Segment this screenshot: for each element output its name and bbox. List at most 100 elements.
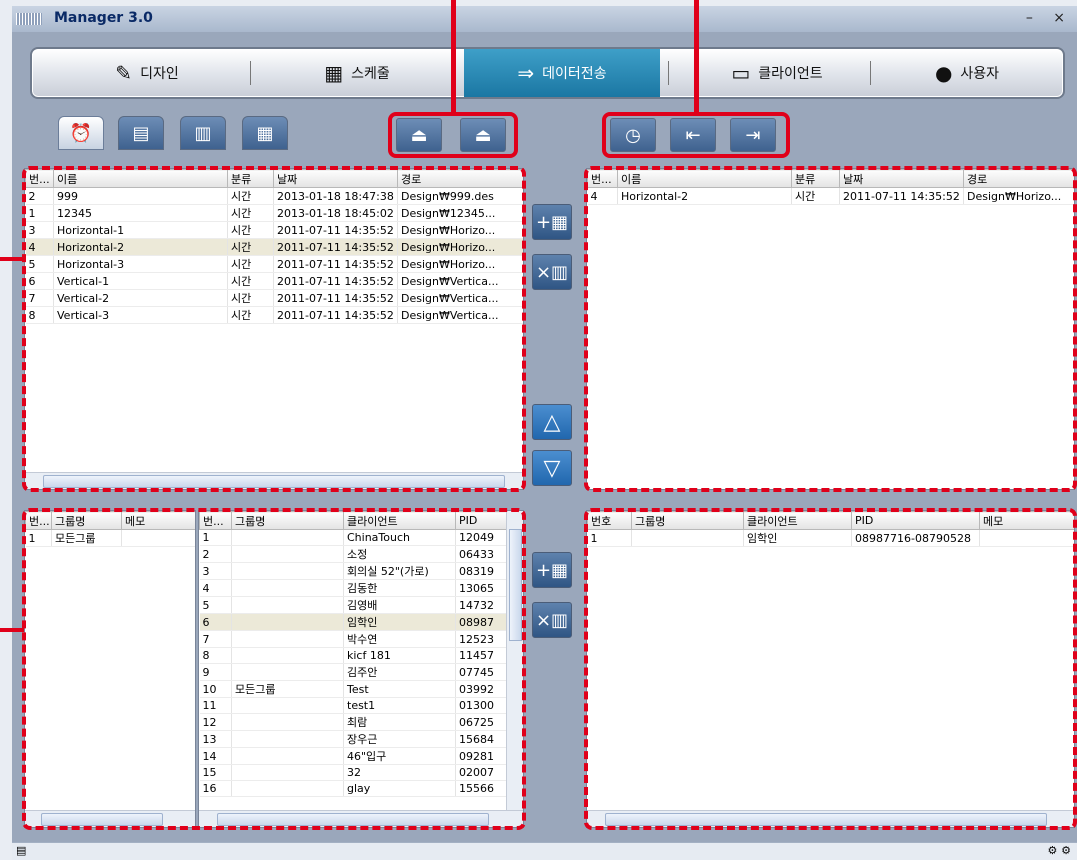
cell: 2 [199,545,232,563]
cell: 시간 [227,289,274,307]
cell [231,747,344,765]
column-header[interactable]: 번... [199,511,232,530]
table-row[interactable]: 7 Vertical-2 시간 2011-07-11 14:35:52 Design₩V… [25,289,523,307]
table-row[interactable]: 10 모든그룹 Test 03992 [199,680,508,698]
column-header[interactable]: 메모 [121,511,195,530]
scroll-thumb[interactable] [41,813,163,826]
cell: 1 [25,529,52,547]
table-row[interactable]: 9 김주안 07745 [199,663,508,681]
table-row[interactable]: 15 32 02007 [199,764,508,781]
table-row[interactable]: 8 Vertical-3 시간 2011-07-11 14:35:52 Design₩V… [25,306,523,324]
clock-icon[interactable]: ◷ [610,118,656,152]
transfer-up-icon[interactable]: ⏏ [396,118,442,152]
column-header[interactable]: 번호 [587,511,632,530]
table-row[interactable]: 2 999 시간 2013-01-18 18:47:38 Design₩999.des [25,187,523,205]
scroll-thumb[interactable] [605,813,1047,826]
table-row[interactable]: 3 회의실 52"(가로) 08319 [199,562,508,580]
column-header[interactable]: 경로 [963,169,1074,188]
column-header[interactable]: 클라이언트 [743,511,852,530]
table-row[interactable]: 1 임학인 08987716-08790528 [587,529,1074,547]
vertical-scrollbar[interactable] [506,511,523,811]
import-icon[interactable]: ⇤ [670,118,716,152]
column-header[interactable]: 번... [25,511,52,530]
cell: 7 [25,289,54,307]
table-row[interactable]: 13 장우근 15684 [199,730,508,748]
table-row[interactable]: 6 Vertical-1 시간 2011-07-11 14:35:52 Design₩V… [25,272,523,290]
window-controls[interactable]: – × [1026,10,1073,26]
table-row[interactable]: 11 test1 01300 [199,697,508,714]
table-row-selected[interactable]: 6 임학인 08987 [199,613,508,631]
cell: 13 [199,730,232,748]
cell: 06433 [455,545,508,563]
nav-data-transfer[interactable]: ⇒ 데이터전송 [464,49,660,97]
nav-schedule[interactable]: ▦ 스케줄 [262,49,452,97]
column-view-icon[interactable]: ▥ [180,116,226,150]
table-row[interactable]: 14 46"입구 09281 [199,747,508,765]
horizontal-scrollbar[interactable] [587,810,1074,827]
column-header[interactable]: 클라이언트 [343,511,456,530]
horizontal-scrollbar[interactable] [199,810,523,827]
transfer-down-icon[interactable]: ⏏ [460,118,506,152]
move-up-button[interactable]: △ [532,404,572,440]
table-row[interactable]: 8 kicf 181 11457 [199,647,508,664]
cell [231,630,344,648]
table-row[interactable]: 16 glay 15566 [199,780,508,797]
settings-icon[interactable]: ⚙ ⚙ [1047,844,1071,857]
table-row[interactable]: 7 박수연 12523 [199,630,508,648]
column-header[interactable]: 그룹명 [231,511,344,530]
nav-user[interactable]: ● 사용자 [882,49,1052,97]
column-header[interactable]: 이름 [53,169,228,188]
cell: 02007 [455,764,508,781]
cell [231,647,344,664]
cell [231,713,344,731]
table-row[interactable]: 1 12345 시간 2013-01-18 18:45:02 Design₩12345.… [25,204,523,222]
column-header[interactable]: 경로 [397,169,523,188]
table-row[interactable]: 4 Horizontal-2 시간 2011-07-11 14:35:52 Design… [587,187,1074,205]
scroll-thumb[interactable] [43,475,505,488]
move-down-button[interactable]: ▽ [532,450,572,486]
column-header[interactable]: 메모 [979,511,1074,530]
scroll-thumb[interactable] [217,813,489,826]
column-header[interactable]: 분류 [227,169,274,188]
table-row[interactable]: 4 김동한 13065 [199,579,508,597]
column-header[interactable]: 그룹명 [51,511,122,530]
table-row[interactable]: 1 ChinaTouch 12049 [199,529,508,546]
horizontal-scrollbar[interactable] [25,472,523,489]
table-row[interactable]: 3 Horizontal-1 시간 2011-07-11 14:35:52 Design… [25,221,523,239]
column-header[interactable]: 그룹명 [631,511,744,530]
column-header[interactable]: 이름 [617,169,792,188]
table-row[interactable]: 12 최람 06725 [199,713,508,731]
table-row[interactable]: 5 김영배 14732 [199,596,508,614]
table-row-selected[interactable]: 4 Horizontal-2 시간 2011-07-11 14:35:52 Design… [25,238,523,256]
nav-client[interactable]: ▭ 클라이언트 [682,49,872,97]
nav-user-label: 사용자 [960,66,1000,82]
column-header[interactable]: 분류 [791,169,840,188]
scroll-thumb[interactable] [509,529,522,641]
add-schedule-button[interactable]: +▦ [532,204,572,240]
table-row[interactable]: 2 소정 06433 [199,545,508,563]
delete-client-button[interactable]: ×▥ [532,602,572,638]
delete-schedule-button[interactable]: ×▥ [532,254,572,290]
add-client-button[interactable]: +▦ [532,552,572,588]
list-view-icon[interactable]: ▤ [118,116,164,150]
column-header[interactable]: 번... [25,169,54,188]
column-header[interactable]: 번... [587,169,618,188]
cell: 3 [199,562,232,580]
column-header[interactable]: 날짜 [839,169,964,188]
cell: 15566 [455,780,508,797]
grid-view-icon[interactable]: ▦ [242,116,288,150]
cell [231,545,344,563]
column-header[interactable]: 날짜 [273,169,398,188]
table-row[interactable]: 1 모든그룹 [25,529,195,547]
column-header[interactable]: PID [851,511,980,530]
cell: 1 [587,529,632,547]
alarm-clock-icon[interactable]: ⏰ [58,116,104,150]
nav-design[interactable]: ✎ 디자인 [52,49,242,97]
column-header[interactable]: PID [455,511,508,530]
horizontal-scrollbar[interactable] [25,810,195,827]
export-icon[interactable]: ⇥ [730,118,776,152]
callout-line [694,0,699,114]
cell: Horizontal-2 [53,238,228,256]
cell: 시간 [227,221,274,239]
table-row[interactable]: 5 Horizontal-3 시간 2011-07-11 14:35:52 Design… [25,255,523,273]
